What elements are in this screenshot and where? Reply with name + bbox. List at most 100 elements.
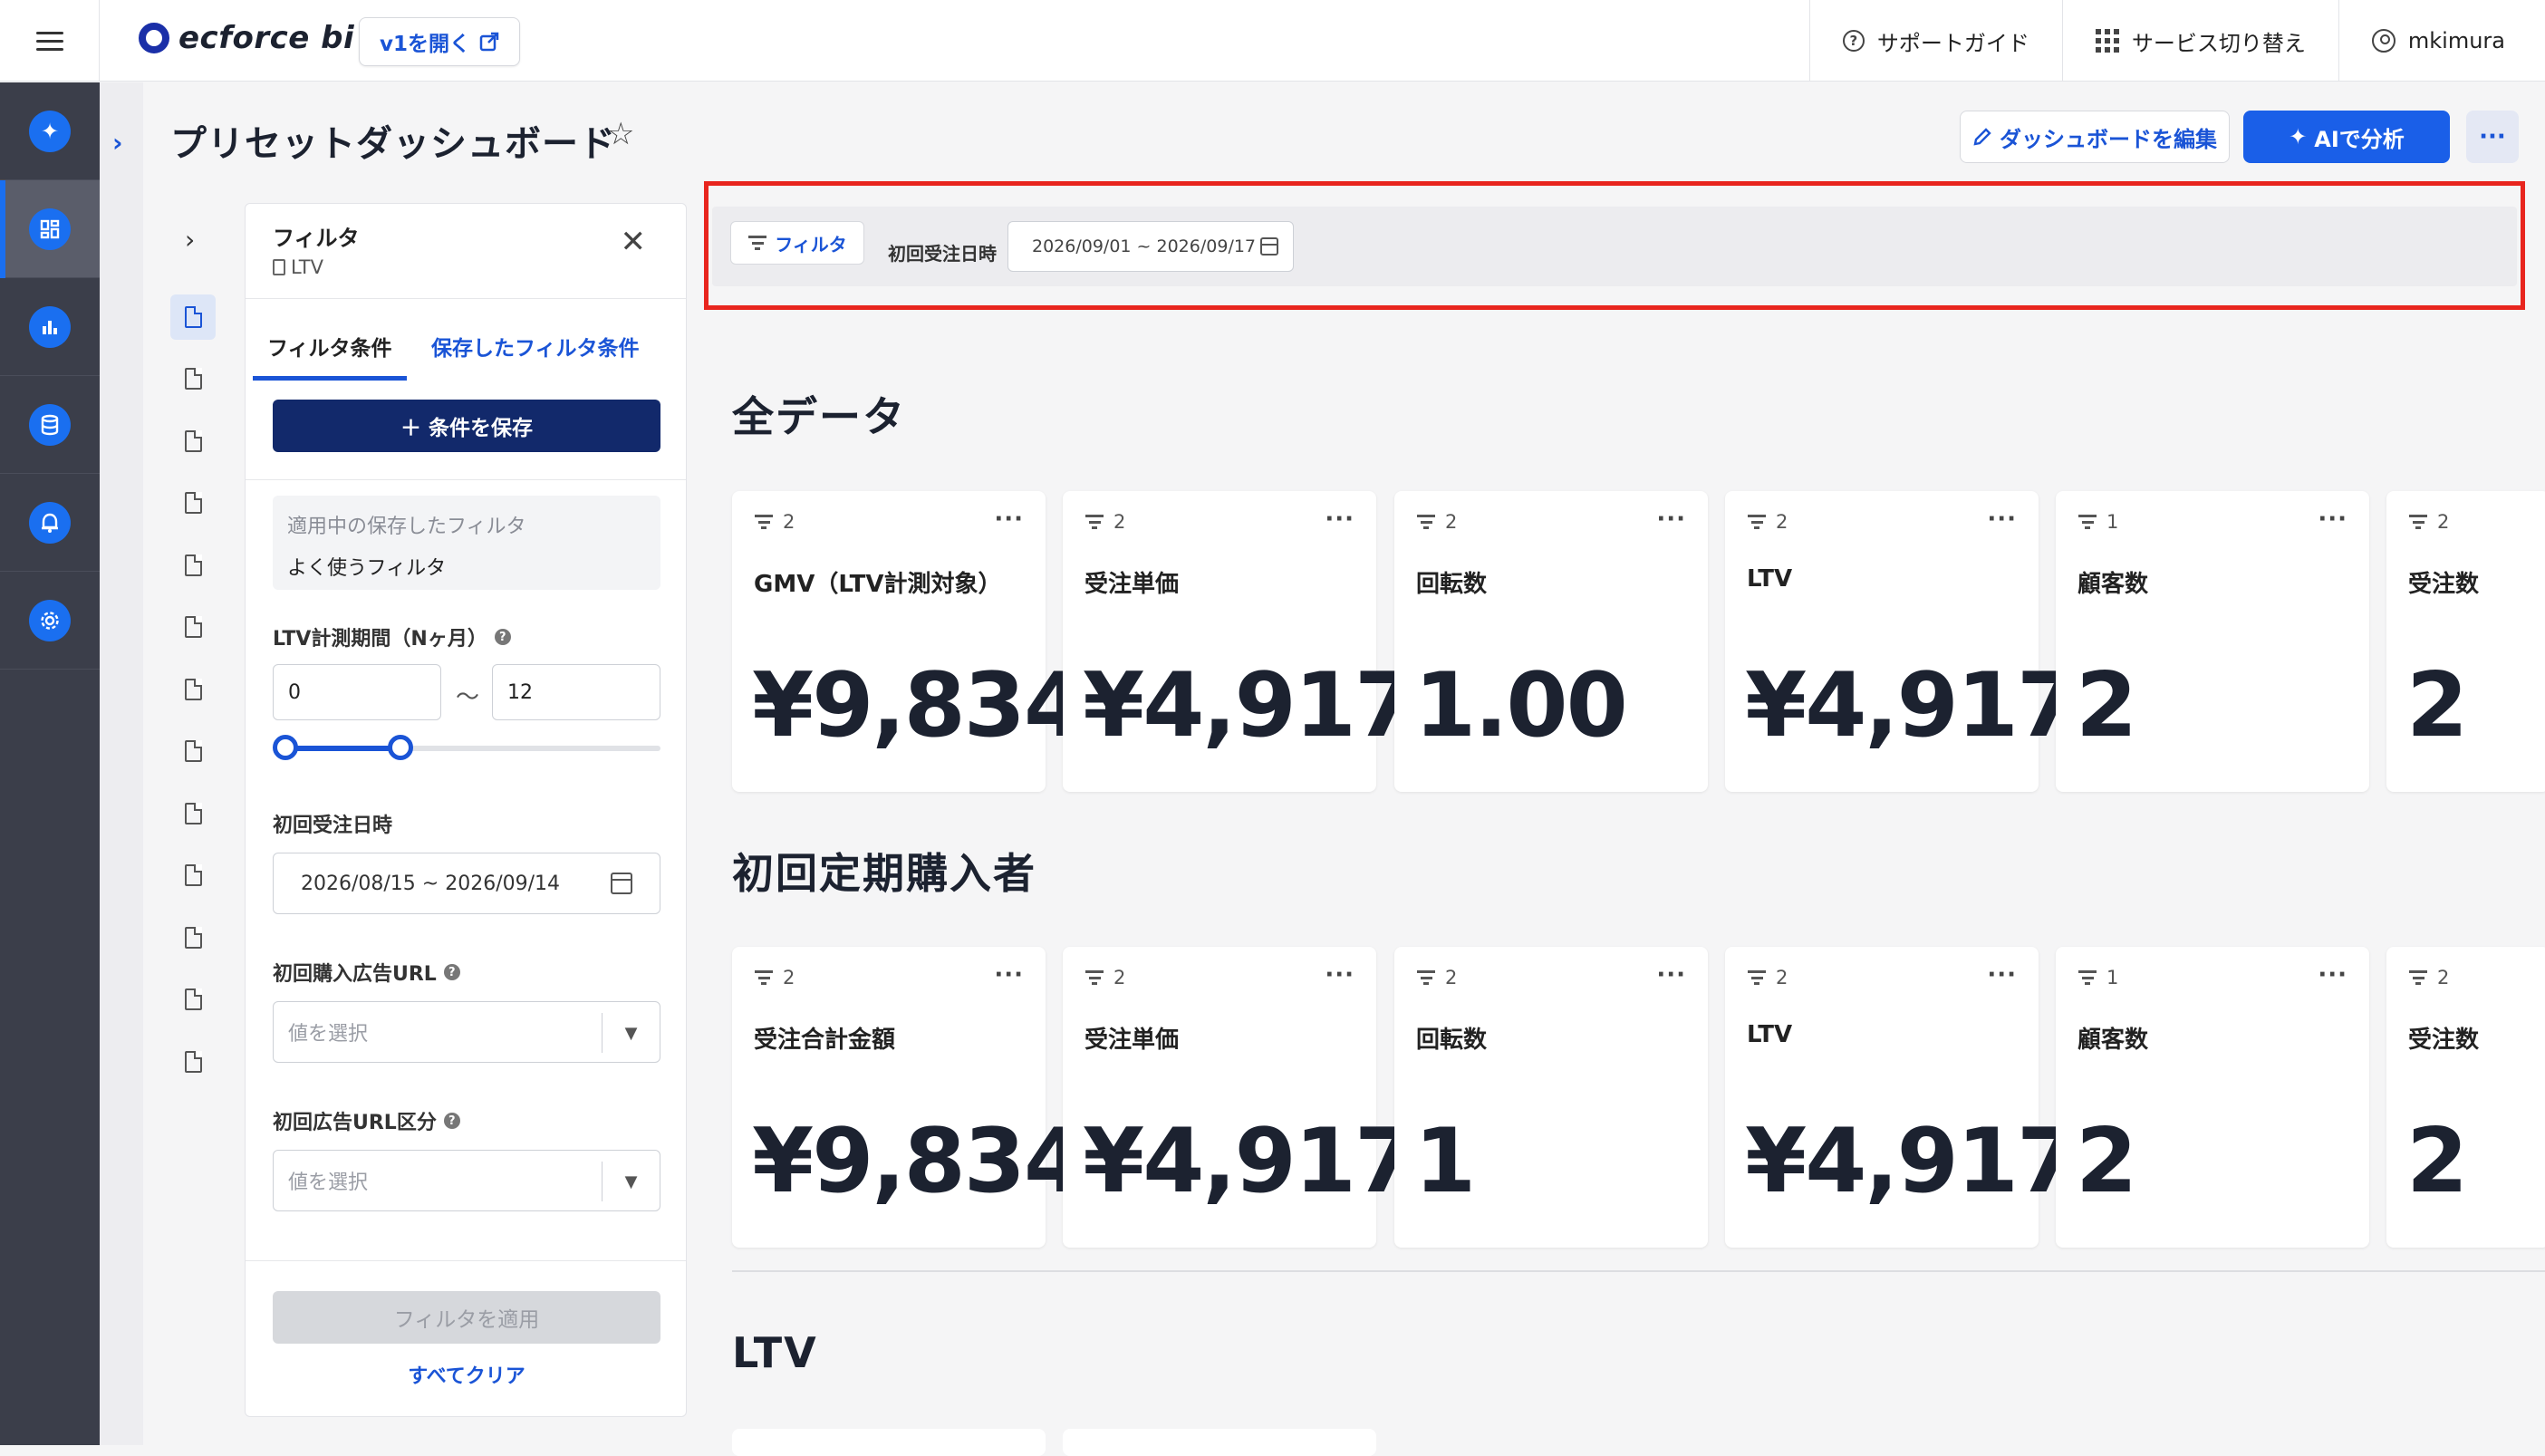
- metric-card[interactable]: 2 ··· 回転数 1.00: [1394, 491, 1708, 792]
- card-more-icon[interactable]: ···: [994, 506, 1024, 533]
- report-item[interactable]: [170, 419, 216, 464]
- ltv-period-label-text: LTV計測期間（Nヶ月）: [273, 628, 487, 651]
- clear-all-link[interactable]: すべてクリア: [246, 1360, 686, 1389]
- tab-filter-conditions[interactable]: フィルタ条件: [267, 331, 392, 362]
- metric-card[interactable]: 2 受注数 2: [2386, 947, 2545, 1248]
- ad-url-select[interactable]: 値を選択 ▼: [273, 1001, 660, 1063]
- ad-url-placeholder: 値を選択: [288, 1023, 369, 1046]
- expand-chevron-icon[interactable]: ›: [112, 128, 123, 158]
- metric-card[interactable]: 2 ··· LTV ¥4,917: [1725, 947, 2078, 1248]
- applied-filter-title: 適用中の保存したフィルタ: [287, 516, 526, 538]
- report-item[interactable]: [170, 915, 216, 960]
- ai-analyze-button[interactable]: ✦ AIで分析: [2243, 111, 2450, 163]
- filter-icon: [2077, 515, 2097, 529]
- close-icon[interactable]: ✕: [621, 224, 647, 260]
- card-more-icon[interactable]: ···: [1987, 506, 2017, 533]
- card-more-icon[interactable]: ···: [2318, 506, 2347, 533]
- open-v1-button[interactable]: v1を開く: [359, 17, 520, 66]
- metric-label: 受注合計金額: [754, 1027, 896, 1054]
- metric-card[interactable]: 2 ··· 回転数 1: [1394, 947, 1708, 1248]
- divider: [246, 1260, 686, 1261]
- rail-item-reports[interactable]: [0, 278, 100, 376]
- filter-icon: [2408, 970, 2428, 985]
- metric-card[interactable]: 1 ··· 顧客数 2: [2056, 491, 2369, 792]
- metric-card[interactable]: 2 ··· GMV（LTV計測対象） ¥9,834: [732, 491, 1085, 792]
- report-item[interactable]: [170, 791, 216, 836]
- active-tab-indicator: [253, 376, 407, 381]
- edit-dashboard-button[interactable]: ダッシュボードを編集: [1960, 111, 2230, 163]
- report-item[interactable]: [170, 604, 216, 650]
- filter-icon: [2077, 970, 2097, 985]
- filter-count: 2: [2408, 967, 2449, 988]
- ltv-slider-max-handle[interactable]: [388, 735, 413, 760]
- report-item[interactable]: [170, 667, 216, 712]
- card-more-icon[interactable]: ···: [1987, 961, 2017, 988]
- metric-card[interactable]: 2 ··· 受注単価 ¥4,917: [1063, 947, 1416, 1248]
- range-separator: ～: [456, 684, 480, 711]
- filter-count-value: 2: [2437, 967, 2450, 988]
- card-more-icon[interactable]: ···: [994, 961, 1024, 988]
- metric-card[interactable]: 2 ··· 受注単価 ¥4,917: [1063, 491, 1416, 792]
- report-item[interactable]: [170, 1039, 216, 1085]
- metric-card[interactable]: 2 ··· 受注合計金額 ¥9,834: [732, 947, 1085, 1248]
- report-item[interactable]: [170, 543, 216, 588]
- help-icon[interactable]: ?: [443, 1113, 460, 1129]
- card-more-icon[interactable]: ···: [2318, 961, 2347, 988]
- report-item[interactable]: [170, 356, 216, 401]
- rail-item-settings[interactable]: [0, 572, 100, 670]
- rail-item-database[interactable]: [0, 376, 100, 474]
- sparkle-icon: ✦: [2289, 124, 2308, 149]
- document-icon: [273, 259, 285, 275]
- ltv-max-input[interactable]: 12: [492, 664, 660, 720]
- rail-item-ai[interactable]: ✦: [0, 82, 100, 180]
- report-item[interactable]: [170, 480, 216, 526]
- support-guide-link[interactable]: ? サポートガイド: [1808, 0, 2062, 82]
- rail-item-dashboard[interactable]: [0, 180, 100, 278]
- metric-card[interactable]: 2 受注数 2: [2386, 491, 2545, 792]
- logo-mark-icon: [139, 23, 169, 53]
- filter-count-value: 2: [783, 967, 795, 988]
- applied-filter-value: よく使うフィルタ: [287, 557, 447, 580]
- card-more-icon[interactable]: ···: [1325, 506, 1354, 533]
- metric-card[interactable]: 1 ··· 顧客数 2: [2056, 947, 2369, 1248]
- filter-count-value: 2: [1113, 967, 1126, 988]
- user-menu[interactable]: mkimura: [2338, 0, 2545, 82]
- document-icon: [184, 1051, 202, 1073]
- apps-grid-icon: [2095, 29, 2119, 53]
- favorite-star-icon[interactable]: ☆: [607, 116, 634, 152]
- filter-count: 2: [754, 511, 795, 533]
- tab-saved-filters[interactable]: 保存したフィルタ条件: [431, 331, 640, 362]
- ltv-min-input[interactable]: 0: [273, 664, 441, 720]
- filter-icon: [754, 515, 774, 529]
- apply-filter-button[interactable]: フィルタを適用: [273, 1291, 660, 1344]
- first-order-date-input[interactable]: 2026/08/15 ~ 2026/09/14: [273, 853, 660, 914]
- metric-label: 受注数: [2408, 571, 2480, 598]
- more-options-button[interactable]: ···: [2466, 111, 2519, 163]
- app-logo[interactable]: ecforce bi: [139, 20, 354, 56]
- report-item[interactable]: [170, 728, 216, 774]
- filter-count: 2: [2408, 511, 2449, 533]
- ad-url-label: 初回購入広告URL ?: [273, 958, 460, 987]
- report-item[interactable]: [170, 853, 216, 898]
- section-title: LTV: [732, 1328, 818, 1377]
- card-more-icon[interactable]: ···: [1656, 961, 1686, 988]
- metric-label: 顧客数: [2077, 571, 2149, 598]
- help-icon[interactable]: ?: [494, 629, 511, 645]
- hamburger-menu-icon[interactable]: [36, 27, 63, 54]
- filter-count-value: 2: [1445, 511, 1458, 533]
- card-more-icon[interactable]: ···: [1656, 506, 1686, 533]
- metric-card[interactable]: 2 ··· LTV ¥4,917: [1725, 491, 2078, 792]
- card-more-icon[interactable]: ···: [1325, 961, 1354, 988]
- first-order-date-label: 初回受注日時: [273, 815, 393, 837]
- save-condition-button[interactable]: ＋ 条件を保存: [273, 400, 660, 452]
- report-item-active[interactable]: [170, 294, 216, 340]
- metric-value: 2: [2406, 654, 2468, 757]
- metric-card: [1063, 1429, 1376, 1456]
- help-icon[interactable]: ?: [443, 964, 460, 980]
- rail-item-alerts[interactable]: [0, 474, 100, 572]
- report-item[interactable]: [170, 977, 216, 1022]
- service-switch-link[interactable]: サービス切り替え: [2061, 0, 2338, 82]
- ad-type-select[interactable]: 値を選択 ▼: [273, 1150, 660, 1211]
- expand-list-chevron-icon[interactable]: ›: [185, 225, 195, 255]
- ltv-slider-min-handle[interactable]: [273, 735, 298, 760]
